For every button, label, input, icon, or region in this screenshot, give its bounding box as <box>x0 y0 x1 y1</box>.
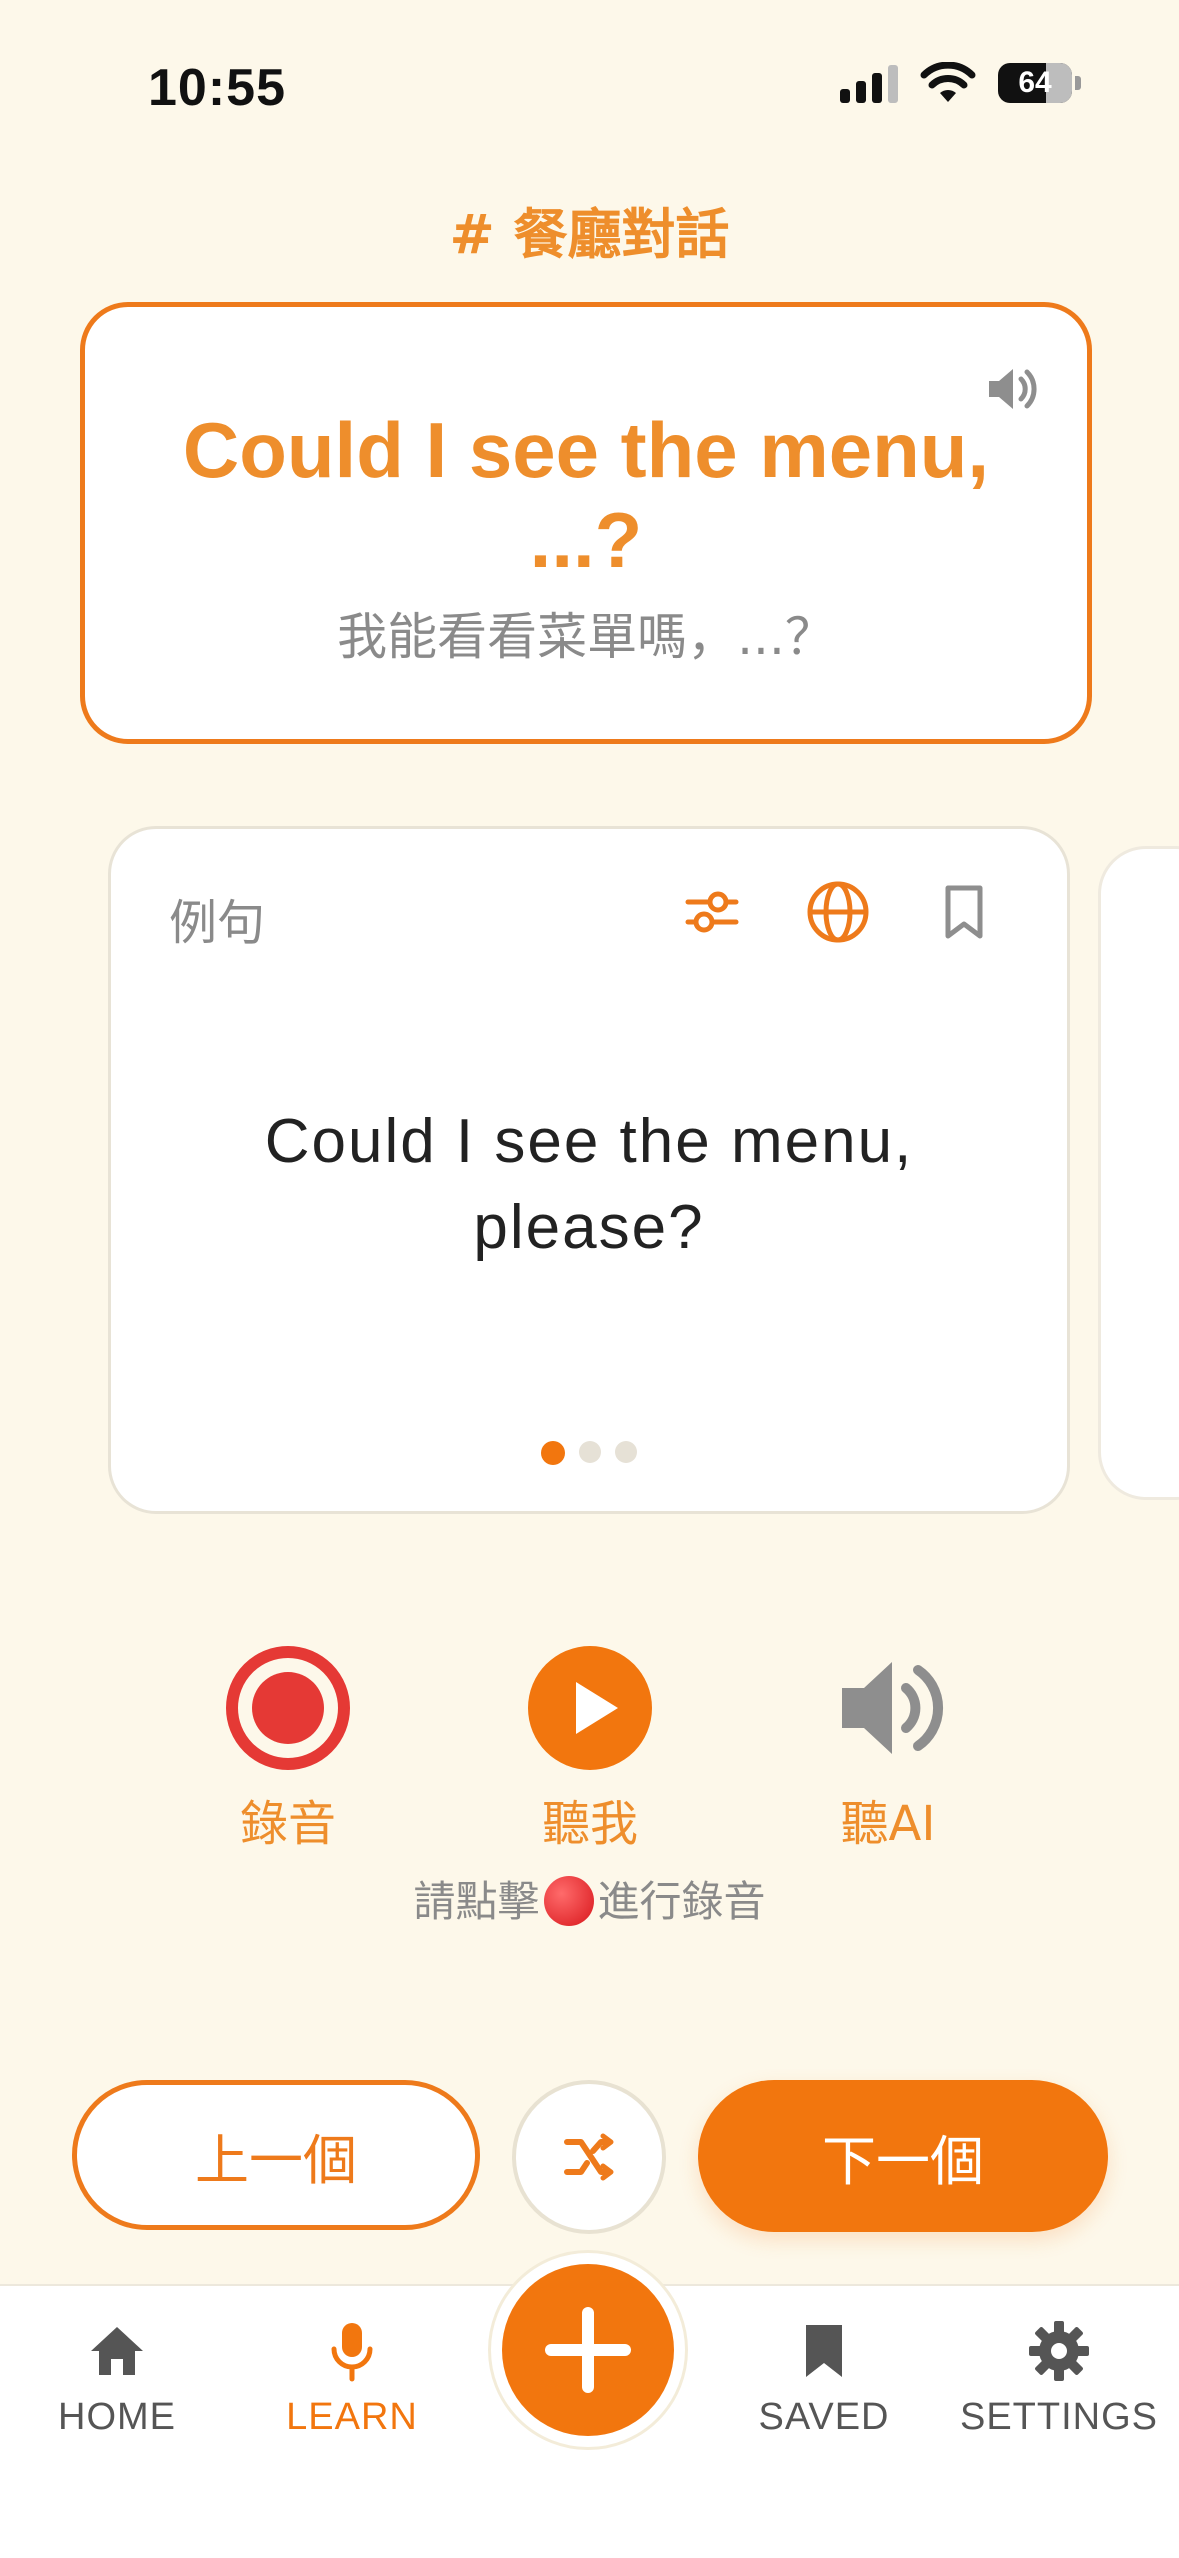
play-icon <box>528 1646 652 1770</box>
record-button[interactable]: 錄音 <box>188 1644 388 1854</box>
previous-label: 上一個 <box>195 2128 357 2192</box>
gear-icon <box>1029 2321 1089 2381</box>
record-hint: 請點擊 進行錄音 <box>0 1868 1179 1929</box>
tab-settings[interactable]: SETTINGS <box>944 2314 1174 2439</box>
battery-level: 64 <box>1018 66 1052 99</box>
previous-button[interactable]: 上一個 <box>72 2080 480 2230</box>
microphone-icon <box>331 2323 373 2382</box>
battery-icon: 64 <box>998 63 1072 103</box>
card-tools <box>679 879 997 945</box>
plus-icon <box>545 2307 631 2393</box>
next-label: 下一個 <box>822 2129 984 2193</box>
home-icon <box>91 2327 143 2375</box>
tab-learn-label: LEARN <box>286 2396 418 2438</box>
hint-text-after: 進行錄音 <box>597 1877 766 1926</box>
speaker-icon <box>842 1662 944 1754</box>
add-button[interactable] <box>502 2264 674 2436</box>
globe-icon[interactable] <box>805 879 871 945</box>
listen-ai-label: 聽AI <box>840 1796 936 1852</box>
status-time: 10:55 <box>148 59 286 117</box>
tab-home[interactable]: HOME <box>2 2314 232 2439</box>
example-sentence: Could I see the menu, please? <box>264 1107 914 1262</box>
listen-me-button[interactable]: 聽我 <box>490 1644 690 1854</box>
red-dot-icon <box>543 1876 594 1926</box>
cellular-signal-icon <box>840 63 898 103</box>
phrase-english: Could I see the menu, ...? <box>182 406 990 584</box>
next-example-card-peek[interactable] <box>1098 846 1179 1500</box>
shuffle-icon <box>564 2133 614 2181</box>
bookmark-icon <box>806 2325 842 2377</box>
page-dot <box>579 1441 601 1463</box>
record-icon <box>226 1646 350 1770</box>
tab-settings-label: SETTINGS <box>959 2396 1159 2438</box>
tab-saved[interactable]: SAVED <box>709 2314 939 2439</box>
page-dot <box>615 1441 637 1463</box>
wifi-icon <box>920 62 976 102</box>
listen-me-label: 聽我 <box>541 1796 638 1852</box>
listen-ai-button[interactable]: 聽AI <box>788 1644 988 1854</box>
shuffle-button[interactable] <box>512 2080 666 2234</box>
page-dot <box>541 1441 565 1465</box>
next-button[interactable]: 下一個 <box>698 2080 1108 2232</box>
topic-title: # 餐廳對話 <box>449 203 730 266</box>
bookmark-icon[interactable] <box>931 879 997 945</box>
sliders-icon[interactable] <box>679 879 745 945</box>
tab-home-label: HOME <box>58 2396 176 2438</box>
example-card[interactable]: 例句 Could I see the menu, please? <box>108 826 1070 1514</box>
record-label: 錄音 <box>239 1796 336 1852</box>
phrase-card: Could I see the menu, ...? 我能看看菜單嗎，...？ <box>80 302 1092 744</box>
page-dots <box>111 1441 1067 1465</box>
status-icons: 64 <box>840 62 1081 104</box>
hint-text-before: 請點擊 <box>413 1877 540 1926</box>
example-label: 例句 <box>169 895 266 951</box>
tab-learn[interactable]: LEARN <box>237 2314 467 2439</box>
tab-saved-label: SAVED <box>758 2396 890 2438</box>
phrase-chinese: 我能看看菜單嗎，...？ <box>337 608 835 666</box>
